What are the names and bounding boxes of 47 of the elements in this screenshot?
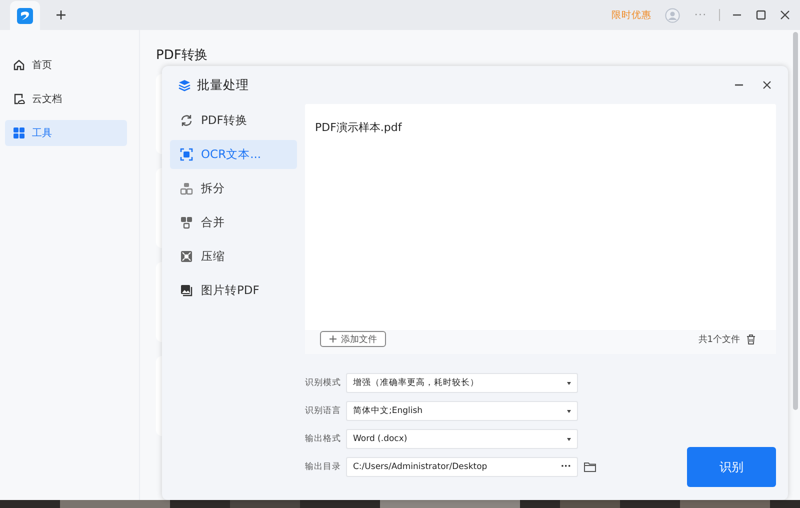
close-icon[interactable] xyxy=(762,80,772,90)
plus-icon xyxy=(329,335,337,343)
dialog-title: 批量处理 xyxy=(197,76,249,94)
field-label: 识别语言 xyxy=(305,405,340,417)
home-icon xyxy=(13,59,25,71)
image-icon xyxy=(180,284,193,297)
dropdown[interactable]: Word (.docx) xyxy=(346,429,578,449)
path-field[interactable]: C:/Users/Administrator/Desktop xyxy=(353,462,561,472)
browse-button[interactable]: ··· xyxy=(560,462,571,472)
document-icon xyxy=(13,93,25,105)
dropdown[interactable]: 简体中文;English xyxy=(346,401,578,421)
field-label: 输出格式 xyxy=(305,433,340,445)
compress-icon xyxy=(180,250,193,263)
scrollbar[interactable] xyxy=(793,32,798,410)
field-label: 识别模式 xyxy=(305,377,340,389)
caret-icon xyxy=(567,410,571,412)
sidebar-item[interactable]: 云文档 xyxy=(5,86,127,112)
app-tab[interactable] xyxy=(10,1,40,31)
tool-menu-item[interactable]: OCR文本... xyxy=(170,140,297,169)
caret-icon xyxy=(567,438,571,440)
add-file-button[interactable]: 添加文件 xyxy=(320,331,386,347)
refresh-icon xyxy=(180,114,193,127)
tool-menu-item[interactable]: 图片转PDF xyxy=(170,276,297,305)
file-name[interactable]: PDF演示样本.pdf xyxy=(315,120,766,135)
page-title: PDF转换 xyxy=(156,47,208,64)
sidebar-item[interactable]: 首页 xyxy=(5,52,127,78)
scan-icon xyxy=(180,148,193,161)
caret-icon xyxy=(567,382,571,384)
merge-icon xyxy=(180,216,193,229)
recognize-button[interactable]: 识别 xyxy=(687,447,776,487)
sidebar-item[interactable]: 工具 xyxy=(5,120,127,146)
dropdown[interactable]: 增强（准确率更高，耗时较长） xyxy=(346,373,578,393)
new-tab-button[interactable] xyxy=(56,10,66,20)
split-icon xyxy=(180,182,193,195)
tool-menu-item[interactable]: 合并 xyxy=(170,208,297,237)
grid-icon xyxy=(13,127,25,139)
tool-menu-item[interactable]: PDF转换 xyxy=(170,106,297,135)
app-logo-icon xyxy=(17,8,33,24)
folder-icon[interactable] xyxy=(584,462,596,472)
field-label: 输出目录 xyxy=(305,461,340,473)
file-count: 共1个文件 xyxy=(698,334,740,346)
close-icon[interactable] xyxy=(780,10,790,20)
tool-menu-item[interactable]: 压缩 xyxy=(170,242,297,271)
maximize-icon[interactable] xyxy=(756,10,766,20)
layers-icon xyxy=(178,78,191,92)
tool-menu-item[interactable]: 拆分 xyxy=(170,174,297,203)
trash-icon[interactable] xyxy=(746,334,756,344)
